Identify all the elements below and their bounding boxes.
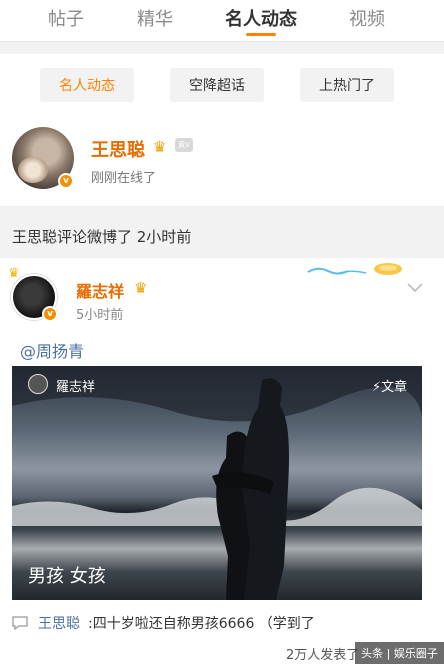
photo-caption: 男孩 女孩 (28, 566, 106, 587)
decorative-wave-icon (307, 263, 402, 275)
comment-summary-text: 王思聪评论微博了 2小时前 (12, 228, 192, 246)
tab-featured[interactable]: 精华 (137, 5, 173, 31)
filter-celebrity-updates[interactable]: 名人动态 (40, 68, 134, 102)
feed-card: ♛ v 羅志祥 ♛ 5小时前 @周扬青 羅志祥 ⚡文章 男孩 女孩 王思聪 :四… (0, 258, 444, 668)
filter-trending[interactable]: 上热门了 (300, 68, 394, 102)
post-photo[interactable]: 羅志祥 ⚡文章 男孩 女孩 (12, 366, 422, 600)
top-tab-bar: 帖子 精华 名人动态 视频 (0, 0, 444, 42)
celebrity-card: 名人动态 空降超话 上热门了 v 王思聪 ♛ 黄V 刚刚在线了 (0, 54, 444, 206)
tab-videos[interactable]: 视频 (349, 5, 385, 31)
filter-airdrop-topic[interactable]: 空降超话 (170, 68, 264, 102)
mention-link[interactable]: @周扬青 (20, 338, 84, 362)
photo-author-name: 羅志祥 (56, 380, 96, 395)
tab-posts[interactable]: 帖子 (48, 5, 84, 31)
verified-icon: v (58, 173, 74, 189)
comment-summary-bar: 王思聪评论微博了 2小时前 (0, 216, 444, 256)
comment-text: :四十岁啦还自称男孩6666 （学到了 (88, 616, 315, 632)
participant-count[interactable]: 2万人发表了 (286, 644, 359, 663)
comment-icon (12, 616, 28, 630)
article-tag[interactable]: ⚡文章 (372, 376, 407, 395)
online-status: 刚刚在线了 (91, 171, 157, 186)
comment-author[interactable]: 王思聪 (38, 613, 80, 633)
post-time: 5小时前 (76, 308, 124, 323)
verified-icon: v (42, 306, 58, 322)
comment-row[interactable]: 王思聪 :四十岁啦还自称男孩6666 （学到了 (12, 612, 432, 634)
celebrity-name[interactable]: 王思聪 (91, 136, 145, 162)
crown-icon: ♛ (153, 138, 167, 156)
post-author-name[interactable]: 羅志祥 (76, 278, 124, 302)
crown-icon: ♛ (134, 279, 148, 297)
chevron-down-icon[interactable] (406, 280, 424, 294)
tab-celebrity-updates[interactable]: 名人动态 (225, 5, 297, 31)
watermark: 头条 | 娱乐圈子 (355, 642, 444, 664)
photo-author-avatar (28, 374, 48, 394)
active-tab-indicator (246, 33, 276, 36)
member-level-badge: 黄V (175, 138, 193, 152)
